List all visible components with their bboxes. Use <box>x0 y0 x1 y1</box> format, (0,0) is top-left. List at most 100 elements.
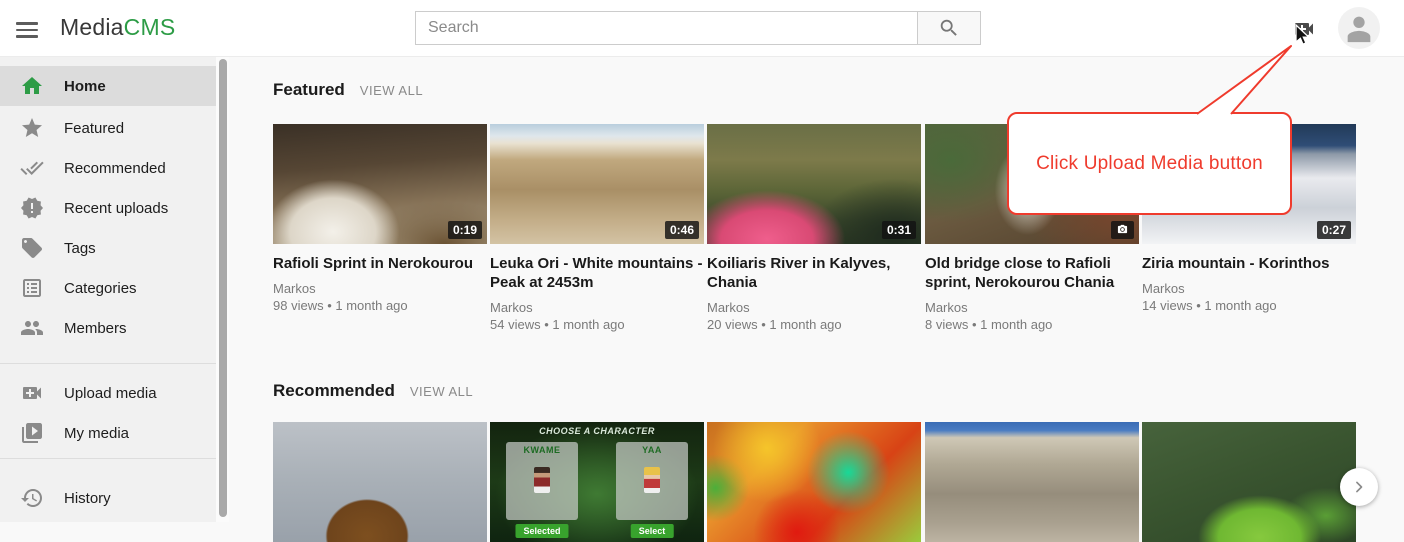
double-check-icon <box>20 156 44 180</box>
logo[interactable]: MediaCMS <box>60 14 175 41</box>
view-all-link[interactable]: VIEW ALL <box>360 83 423 98</box>
search-input[interactable] <box>415 11 918 45</box>
video-card[interactable]: CHOOSE A CHARACTER KWAME Selected YAA Se… <box>490 422 704 542</box>
video-card[interactable] <box>273 422 487 542</box>
video-title[interactable]: Koiliaris River in Kalyves, Chania <box>707 254 921 292</box>
carousel-next-button[interactable] <box>1340 468 1378 506</box>
upload-media-button[interactable] <box>1291 17 1317 41</box>
sidebar-scrollbar-thumb[interactable] <box>219 59 227 517</box>
section-title: Featured <box>273 80 345 100</box>
members-icon <box>20 316 44 340</box>
annotation-callout: Click Upload Media button <box>1007 112 1292 215</box>
chevron-right-icon <box>1349 477 1369 497</box>
tag-icon <box>20 236 44 260</box>
sidebar-item-my-media[interactable]: My media <box>0 413 216 453</box>
video-card[interactable] <box>707 422 921 542</box>
sidebar: Home Featured Recommended Recent uploads… <box>0 57 216 522</box>
game-character-name: YAA <box>616 445 688 455</box>
sidebar-item-label: Categories <box>64 280 137 297</box>
video-author[interactable]: Markos <box>707 299 921 316</box>
sidebar-item-label: Home <box>64 78 106 95</box>
game-selected-button: Selected <box>515 524 568 538</box>
game-character-sprite <box>534 467 550 493</box>
annotation-text: Click Upload Media button <box>1036 153 1263 175</box>
search-button[interactable] <box>918 11 981 45</box>
video-meta: 54 views • 1 month ago <box>490 316 704 333</box>
video-thumbnail[interactable]: 0:19 <box>273 124 487 244</box>
section-title: Recommended <box>273 381 395 401</box>
sidebar-item-label: My media <box>64 425 129 442</box>
video-thumbnail[interactable]: 0:31 <box>707 124 921 244</box>
video-title[interactable]: Leuka Ori - White mountains - Peak at 24… <box>490 254 704 292</box>
sidebar-item-label: Recent uploads <box>64 200 168 217</box>
video-thumbnail[interactable]: 0:46 <box>490 124 704 244</box>
game-select-button: Select <box>631 524 674 538</box>
sidebar-item-categories[interactable]: Categories <box>0 268 216 308</box>
video-author[interactable]: Markos <box>273 280 487 297</box>
sidebar-item-tags[interactable]: Tags <box>0 228 216 268</box>
history-icon <box>20 486 44 510</box>
sidebar-scrollbar-track <box>216 57 229 522</box>
duration-badge: 0:31 <box>882 221 916 239</box>
video-title[interactable]: Rafioli Sprint in Nerokourou <box>273 254 487 273</box>
sidebar-item-history[interactable]: History <box>0 478 216 518</box>
camera-icon <box>1116 224 1129 235</box>
game-character-panel: YAA Select <box>616 442 688 520</box>
sidebar-item-label: History <box>64 490 111 507</box>
video-card[interactable]: 0:46 Leuka Ori - White mountains - Peak … <box>490 124 704 333</box>
video-thumbnail[interactable] <box>925 422 1139 542</box>
video-meta: 98 views • 1 month ago <box>273 297 487 314</box>
sidebar-item-label: Featured <box>64 120 124 137</box>
video-meta: 14 views • 1 month ago <box>1142 297 1356 314</box>
search-bar <box>415 11 981 45</box>
video-thumbnail[interactable] <box>273 422 487 542</box>
video-thumbnail[interactable] <box>1142 422 1356 542</box>
sidebar-item-featured[interactable]: Featured <box>0 108 216 148</box>
video-author[interactable]: Markos <box>925 299 1139 316</box>
person-icon <box>1342 11 1376 45</box>
featured-section-header: Featured VIEW ALL <box>273 80 423 100</box>
game-character-name: KWAME <box>506 445 578 455</box>
video-author[interactable]: Markos <box>1142 280 1356 297</box>
sidebar-divider <box>0 363 216 364</box>
recommended-section-header: Recommended VIEW ALL <box>273 381 473 401</box>
my-media-icon <box>20 421 44 445</box>
sidebar-item-label: Tags <box>64 240 96 257</box>
home-icon <box>20 74 44 98</box>
camera-badge <box>1111 221 1134 239</box>
sidebar-item-upload-media[interactable]: Upload media <box>0 373 216 413</box>
menu-icon[interactable] <box>16 18 38 38</box>
video-thumbnail[interactable]: CHOOSE A CHARACTER KWAME Selected YAA Se… <box>490 422 704 542</box>
video-title[interactable]: Ziria mountain - Korinthos <box>1142 254 1356 273</box>
categories-icon <box>20 276 44 300</box>
logo-media-text: Media <box>60 14 124 40</box>
game-character-sprite <box>644 467 660 493</box>
video-card[interactable]: 0:31 Koiliaris River in Kalyves, Chania … <box>707 124 921 333</box>
star-icon <box>20 116 44 140</box>
video-card[interactable] <box>925 422 1139 542</box>
upload-media-icon <box>20 381 44 405</box>
upload-media-icon <box>1291 17 1317 41</box>
sidebar-item-recent-uploads[interactable]: Recent uploads <box>0 188 216 228</box>
sidebar-item-label: Members <box>64 320 127 337</box>
sidebar-divider <box>0 458 216 459</box>
sidebar-item-members[interactable]: Members <box>0 308 216 348</box>
video-card[interactable] <box>1142 422 1356 542</box>
user-avatar[interactable] <box>1338 7 1380 49</box>
new-releases-icon <box>20 196 44 220</box>
video-card[interactable]: 0:19 Rafioli Sprint in Nerokourou Markos… <box>273 124 487 314</box>
game-screen-title: CHOOSE A CHARACTER <box>490 426 704 436</box>
video-title[interactable]: Old bridge close to Rafioli sprint, Nero… <box>925 254 1139 292</box>
view-all-link[interactable]: VIEW ALL <box>410 384 473 399</box>
duration-badge: 0:46 <box>665 221 699 239</box>
video-meta: 20 views • 1 month ago <box>707 316 921 333</box>
top-bar: MediaCMS <box>0 0 1404 57</box>
game-character-panel: KWAME Selected <box>506 442 578 520</box>
duration-badge: 0:19 <box>448 221 482 239</box>
sidebar-item-recommended[interactable]: Recommended <box>0 148 216 188</box>
search-icon <box>938 17 960 39</box>
video-author[interactable]: Markos <box>490 299 704 316</box>
video-thumbnail[interactable] <box>707 422 921 542</box>
duration-badge: 0:27 <box>1317 221 1351 239</box>
sidebar-item-home[interactable]: Home <box>0 66 216 106</box>
